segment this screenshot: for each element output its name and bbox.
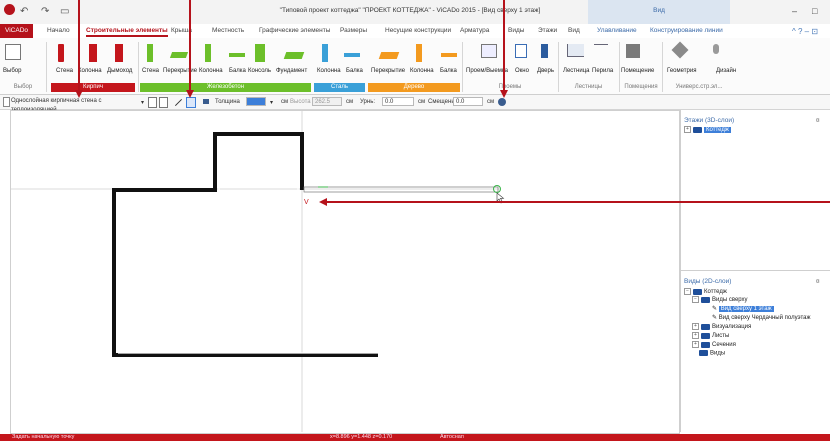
annotation-arrows bbox=[75, 0, 830, 206]
annotation-arrowhead bbox=[75, 90, 83, 98]
annotation-arrowhead bbox=[319, 198, 327, 206]
annotation-arrowhead bbox=[500, 90, 508, 98]
annotation-arrowhead bbox=[186, 90, 194, 98]
